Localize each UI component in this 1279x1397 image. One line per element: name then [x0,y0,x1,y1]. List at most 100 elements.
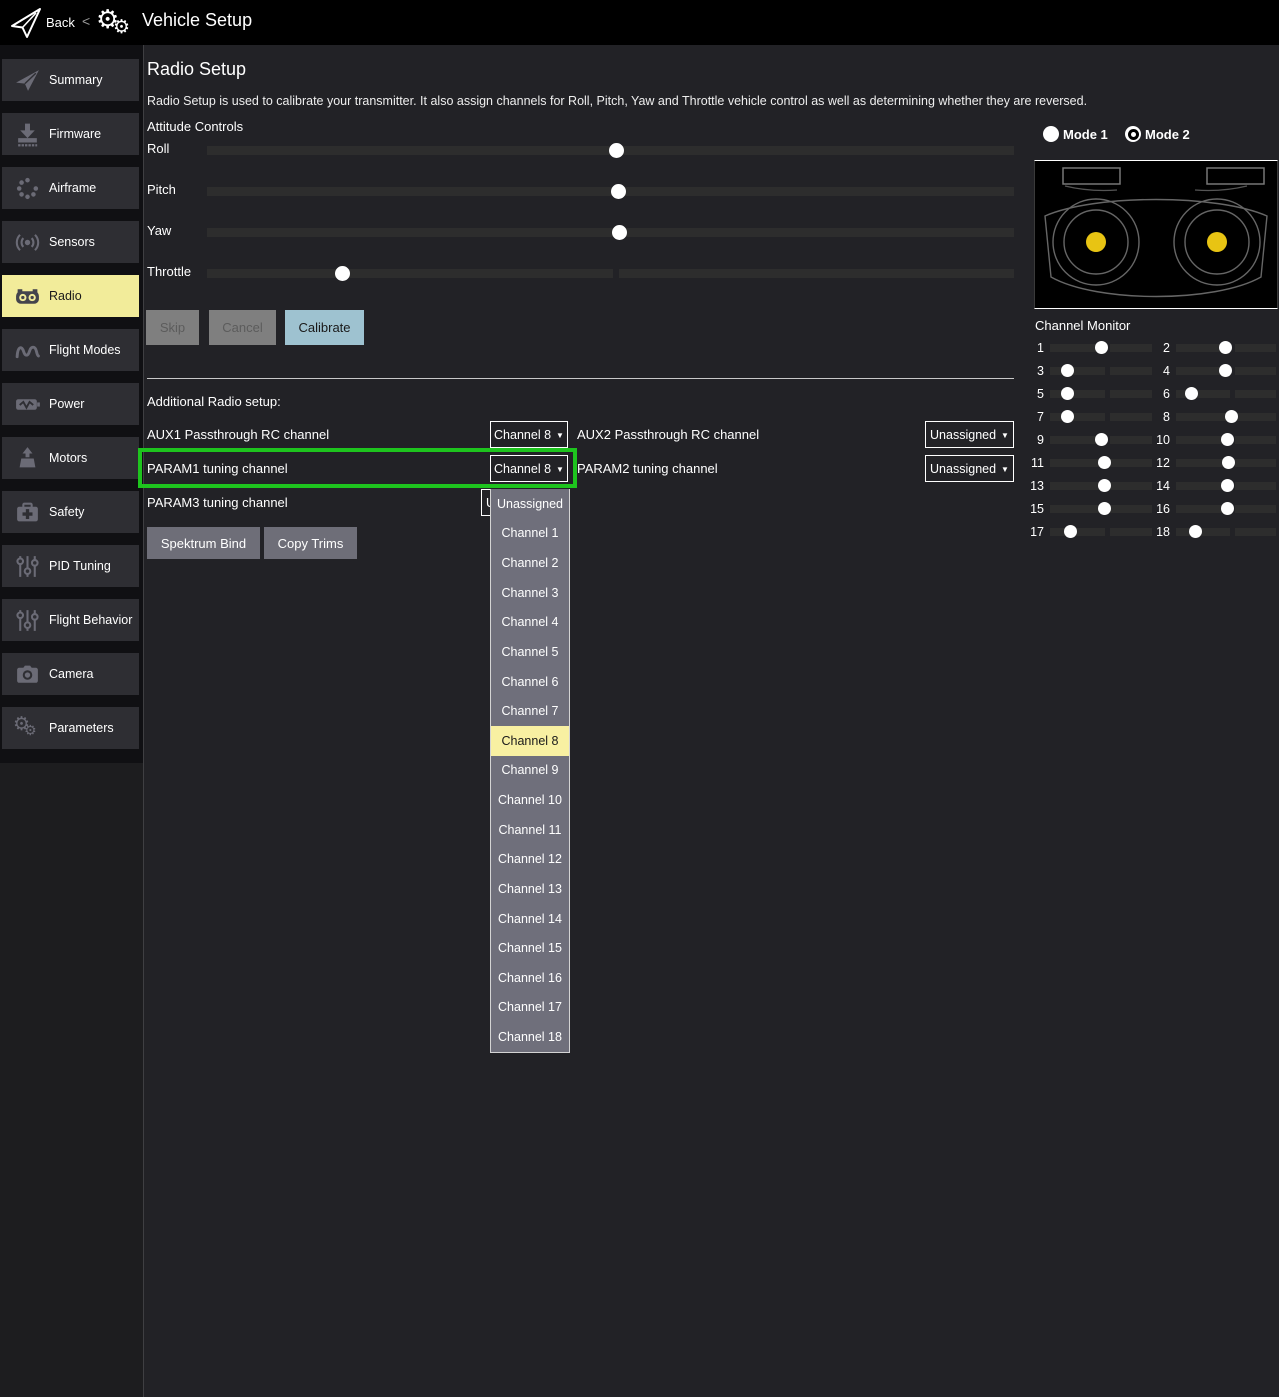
calibrate-button[interactable]: Calibrate [285,310,364,345]
page-header-title: Vehicle Setup [142,10,252,31]
pitch-slider-track[interactable] [207,187,1014,196]
channel-3-value-dot [1061,364,1074,377]
sidebar-item-flight-behavior[interactable]: Flight Behavior [2,599,139,641]
sidebar-item-motors[interactable]: Motors [2,437,139,479]
param1-tuning-value: Channel 8 [494,462,551,476]
channel-5-value-dot [1061,387,1074,400]
channel-number: 15 [1024,502,1044,516]
channel-number: 5 [1024,387,1044,401]
dropdown-option-channel-8[interactable]: Channel 8 [491,726,569,756]
dropdown-option-channel-3[interactable]: Channel 3 [491,578,569,608]
section-divider [147,378,1014,379]
chevron-down-icon: ▼ [1001,429,1009,440]
sidebar-item-summary[interactable]: Summary [2,59,139,101]
sidebar-item-power[interactable]: Power [2,383,139,425]
slider-label-roll: Roll [147,141,169,156]
channel-14-monitor-bar [1176,482,1276,490]
sidebar-item-flight-modes[interactable]: Flight Modes [2,329,139,371]
sidebar-item-parameters[interactable]: ⚙⚙Parameters [2,707,139,749]
dropdown-option-channel-17[interactable]: Channel 17 [491,993,569,1023]
dropdown-option-channel-15[interactable]: Channel 15 [491,933,569,963]
dropdown-option-channel-16[interactable]: Channel 16 [491,963,569,993]
mode-1-radio-option[interactable]: Mode 1 [1043,126,1108,142]
mode-2-radio-option[interactable]: Mode 2 [1125,126,1190,142]
motor-icon [9,440,45,476]
yaw-slider-thumb[interactable] [612,225,627,240]
mode-2-label: Mode 2 [1145,127,1190,142]
channel-13-monitor-bar [1050,482,1152,490]
sidebar-background-lower [0,763,143,1397]
app-logo-paper-plane-icon [8,5,44,44]
channel-5-monitor-bar [1050,390,1152,398]
channel-bar-gap [1105,413,1110,421]
dropdown-option-channel-6[interactable]: Channel 6 [491,667,569,697]
chevron-down-icon: ▼ [1001,463,1009,474]
channel-number: 7 [1024,410,1044,424]
dropdown-option-channel-12[interactable]: Channel 12 [491,845,569,875]
yaw-slider-track[interactable] [207,228,1014,237]
channel-10-value-dot [1221,433,1234,446]
channel-9-monitor-bar [1050,436,1152,444]
channel-16-value-dot [1221,502,1234,515]
channel-8-value-dot [1225,410,1238,423]
spektrum-bind-button[interactable]: Spektrum Bind [147,527,260,559]
aux1-passthrough-select[interactable]: Channel 8 ▼ [490,421,568,448]
channel-11-monitor-bar [1050,459,1152,467]
channel-number: 17 [1024,525,1044,539]
dropdown-option-channel-11[interactable]: Channel 11 [491,815,569,845]
dropdown-option-channel-2[interactable]: Channel 2 [491,548,569,578]
transmitter-sticks-image [1034,160,1278,309]
channel-number: 4 [1148,364,1170,378]
radio-button-selected-icon [1125,126,1141,142]
dropdown-option-channel-14[interactable]: Channel 14 [491,904,569,934]
throttle-slider-thumb[interactable] [335,266,350,281]
dropdown-option-channel-7[interactable]: Channel 7 [491,696,569,726]
sidebar-item-radio[interactable]: Radio [2,275,139,317]
page-description: Radio Setup is used to calibrate your tr… [147,94,1087,108]
aux2-passthrough-select[interactable]: Unassigned ▼ [925,421,1014,448]
sidebar-item-label: Flight Behavior [49,613,132,627]
dropdown-option-channel-10[interactable]: Channel 10 [491,785,569,815]
channel-12-value-dot [1222,456,1235,469]
dropdown-option-channel-13[interactable]: Channel 13 [491,874,569,904]
channel-4-monitor-bar [1176,367,1276,375]
channel-bar-gap [1230,528,1235,536]
channel-1-value-dot [1095,341,1108,354]
channel-number: 9 [1024,433,1044,447]
roll-slider-thumb[interactable] [609,143,624,158]
skip-button[interactable]: Skip [146,310,199,345]
airframe-icon [9,170,45,206]
radio-button-icon [1043,126,1059,142]
roll-slider-track[interactable] [207,146,1014,155]
dropdown-option-unassigned[interactable]: Unassigned [491,489,569,519]
channel-number: 10 [1148,433,1170,447]
dropdown-option-channel-1[interactable]: Channel 1 [491,519,569,549]
sidebar-item-sensors[interactable]: Sensors [2,221,139,263]
sliders-icon [9,548,45,584]
sliders-icon [9,602,45,638]
sidebar-item-pid-tuning[interactable]: PID Tuning [2,545,139,587]
channel-10-monitor-bar [1176,436,1276,444]
dropdown-option-channel-4[interactable]: Channel 4 [491,608,569,638]
channel-6-value-dot [1185,387,1198,400]
sidebar-item-safety[interactable]: Safety [2,491,139,533]
param1-tuning-select[interactable]: Channel 8 ▼ [490,455,568,482]
channel-number: 6 [1148,387,1170,401]
dropdown-option-channel-9[interactable]: Channel 9 [491,756,569,786]
pitch-slider-thumb[interactable] [611,184,626,199]
sidebar-item-camera[interactable]: Camera [2,653,139,695]
sidebar-item-airframe[interactable]: Airframe [2,167,139,209]
param2-tuning-select[interactable]: Unassigned ▼ [925,455,1014,482]
back-button[interactable]: Back [46,15,75,30]
page-title: Radio Setup [147,59,246,80]
sidebar-item-firmware[interactable]: Firmware [2,113,139,155]
additional-radio-setup-heading: Additional Radio setup: [147,394,281,409]
channel-number: 13 [1024,479,1044,493]
cancel-button[interactable]: Cancel [209,310,276,345]
dropdown-option-channel-18[interactable]: Channel 18 [491,1022,569,1052]
throttle-slider-track[interactable] [207,269,1014,278]
sidebar-item-label: Radio [49,289,82,303]
channel-number: 2 [1148,341,1170,355]
copy-trims-button[interactable]: Copy Trims [264,527,357,559]
dropdown-option-channel-5[interactable]: Channel 5 [491,637,569,667]
